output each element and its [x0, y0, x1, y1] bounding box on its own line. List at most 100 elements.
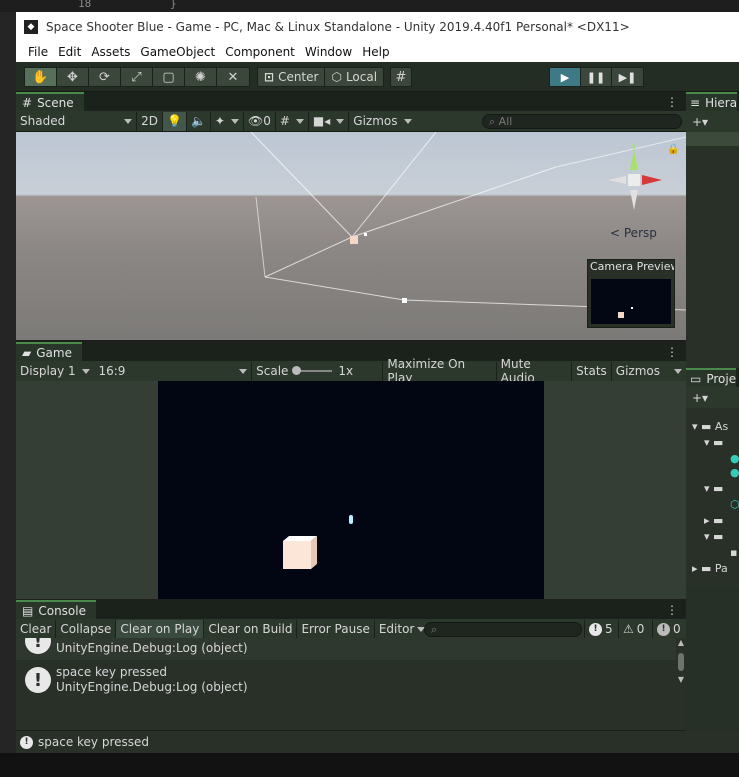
pivot-controls: ⊡ Center ⬡ Local — [257, 67, 385, 87]
menu-window[interactable]: Window — [300, 45, 357, 59]
status-bar[interactable]: ! space key pressed — [16, 731, 739, 753]
menu-file[interactable]: File — [23, 45, 53, 59]
hand-icon[interactable]: ✋ — [25, 68, 57, 86]
scroll-down-icon[interactable]: ▼ — [676, 675, 686, 684]
editor-dropdown[interactable]: Editor — [373, 619, 430, 639]
menu-gameobject[interactable]: GameObject — [135, 45, 220, 59]
play-icon[interactable]: ▶ — [550, 68, 581, 86]
lighting-icon[interactable]: 💡 — [162, 111, 186, 131]
add-icon[interactable]: +▾ — [692, 391, 708, 405]
tree-item[interactable]: ▾ ▬ — [704, 482, 723, 495]
effects-icon[interactable]: ✦ — [209, 111, 243, 131]
menu-assets[interactable]: Assets — [86, 45, 135, 59]
clear-label: Clear — [20, 622, 52, 636]
persp-text: Persp — [623, 226, 657, 240]
more-icon[interactable]: ⋮ — [666, 345, 686, 361]
display-dropdown[interactable]: Display 1 — [16, 362, 94, 381]
warning-count: 0 — [636, 622, 645, 636]
tab-project[interactable]: ▭ Proje — [686, 368, 737, 387]
tree-item-assets-label: As — [714, 420, 729, 433]
axis-y-label: y — [631, 141, 637, 152]
hierarchy-scene-row[interactable] — [686, 132, 739, 146]
tab-console-label: Console — [38, 603, 86, 618]
clear-button[interactable]: Clear — [16, 620, 55, 639]
scale-handle[interactable] — [292, 366, 302, 375]
pivot-icon: ⊡ — [264, 70, 275, 84]
chevron-down-icon — [82, 368, 91, 374]
scene-viewport[interactable]: y x 🔒 < Persp Camera Preview — [16, 132, 686, 340]
error-count-toggle[interactable]: ! 0 — [652, 619, 685, 639]
move-icon[interactable]: ✥ — [57, 68, 89, 86]
menu-help[interactable]: Help — [357, 45, 394, 59]
scene-search-input[interactable]: ⌕ All — [482, 114, 682, 129]
rect-icon[interactable]: ▢ — [153, 68, 185, 86]
clear-on-play-button[interactable]: Clear on Play — [115, 619, 204, 639]
game-scene — [283, 515, 353, 569]
more-icon[interactable]: ⋮ — [666, 95, 686, 111]
tree-item-icon: ● — [730, 466, 739, 479]
console-toolbar: Clear Collapse Clear on Play Clear on Bu… — [16, 619, 686, 640]
scale-slider[interactable]: Scale 1x — [251, 361, 382, 381]
game-gizmos-dropdown[interactable]: Gizmos — [610, 361, 686, 381]
tab-game[interactable]: ▰ Game — [16, 342, 82, 361]
tree-item-assets[interactable]: ▾ ▬ As — [692, 420, 728, 433]
info-count: 5 — [605, 622, 613, 636]
log-entry[interactable]: ! space key pressed UnityEngine.Debug:Lo… — [16, 662, 676, 700]
tree-item-packages[interactable]: ▸ ▬ Pa — [692, 562, 728, 575]
tree-item[interactable]: ▾ ▬ — [704, 530, 723, 543]
log-entry[interactable]: ! UnityEngine.Debug:Log (object) — [16, 638, 676, 660]
aspect-dropdown[interactable]: 16:9 — [94, 362, 251, 381]
scroll-up-icon[interactable]: ▲ — [676, 638, 686, 647]
tab-hierarchy[interactable]: ≡ Hiera — [686, 92, 738, 111]
collapse-button[interactable]: Collapse — [55, 619, 115, 639]
tree-item[interactable]: ▸ ▬ — [704, 514, 723, 527]
tab-console[interactable]: ▤ Console — [16, 600, 96, 619]
lock-icon[interactable]: 🔒 — [667, 144, 679, 155]
more-icon[interactable]: ⋮ — [666, 603, 686, 619]
info-count-toggle[interactable]: ! 5 — [584, 619, 617, 639]
menu-component[interactable]: Component — [220, 45, 300, 59]
console-panel-header: ▤ Console ⋮ Clear Collapse Clear on Play … — [16, 600, 686, 640]
code-editor-strip: 18 } — [0, 0, 739, 12]
audio-icon[interactable]: 🔈 — [185, 111, 210, 131]
tree-item[interactable]: ▾ ▬ — [704, 436, 723, 449]
console-search-input[interactable]: ⌕ — [424, 622, 582, 637]
camera-preview-image — [591, 279, 671, 324]
transform-tools: ✋ ✥ ⟳ ⤢ ▢ ✺ ✕ — [24, 67, 250, 87]
menu-edit[interactable]: Edit — [53, 45, 86, 59]
shading-dropdown[interactable]: Shaded — [16, 112, 136, 131]
console-scrollbar[interactable]: ▲ ▼ — [676, 638, 686, 698]
persp-label[interactable]: < Persp — [610, 226, 657, 240]
view-gizmo[interactable]: y x — [604, 140, 672, 220]
warning-count-toggle[interactable]: ⚠ 0 — [618, 619, 648, 639]
tab-scene[interactable]: # Scene — [16, 92, 84, 111]
add-icon[interactable]: +▾ — [692, 115, 708, 129]
pivot-center-button[interactable]: ⊡ Center — [258, 68, 326, 86]
scale-label: Scale — [256, 364, 289, 378]
grid-icon[interactable]: # — [274, 111, 308, 131]
stats-button[interactable]: Stats — [571, 361, 611, 381]
maximize-on-play-button[interactable]: Maximize On Play — [382, 357, 495, 385]
error-pause-button[interactable]: Error Pause — [296, 619, 373, 639]
scale-icon[interactable]: ⤢ — [121, 68, 153, 86]
rotate-icon[interactable]: ⟳ — [89, 68, 121, 86]
grid-snap-icon[interactable]: # — [391, 68, 411, 86]
game-viewport[interactable] — [16, 381, 686, 599]
2d-toggle[interactable]: 2D — [136, 111, 162, 131]
scene-search-placeholder: All — [498, 115, 513, 128]
chevron-down-icon — [124, 118, 132, 124]
clear-on-build-button[interactable]: Clear on Build — [203, 619, 296, 639]
gizmos-dropdown[interactable]: Gizmos — [348, 111, 415, 131]
step-icon[interactable]: ▶❚ — [612, 68, 643, 86]
pause-icon[interactable]: ❚❚ — [581, 68, 612, 86]
pivot-local-button[interactable]: ⬡ Local — [325, 68, 383, 86]
hidden-objects-toggle[interactable]: 👁 0 — [242, 111, 275, 131]
scroll-thumb[interactable] — [678, 653, 684, 671]
scale-track[interactable] — [292, 366, 333, 375]
camera-icon[interactable]: ■◂ — [307, 111, 348, 131]
2d-label: 2D — [141, 114, 158, 128]
custom-tool-icon[interactable]: ✕ — [217, 68, 249, 86]
transform-icon[interactable]: ✺ — [185, 68, 217, 86]
chevron-down-icon — [230, 118, 239, 124]
mute-audio-button[interactable]: Mute Audio — [495, 357, 571, 385]
